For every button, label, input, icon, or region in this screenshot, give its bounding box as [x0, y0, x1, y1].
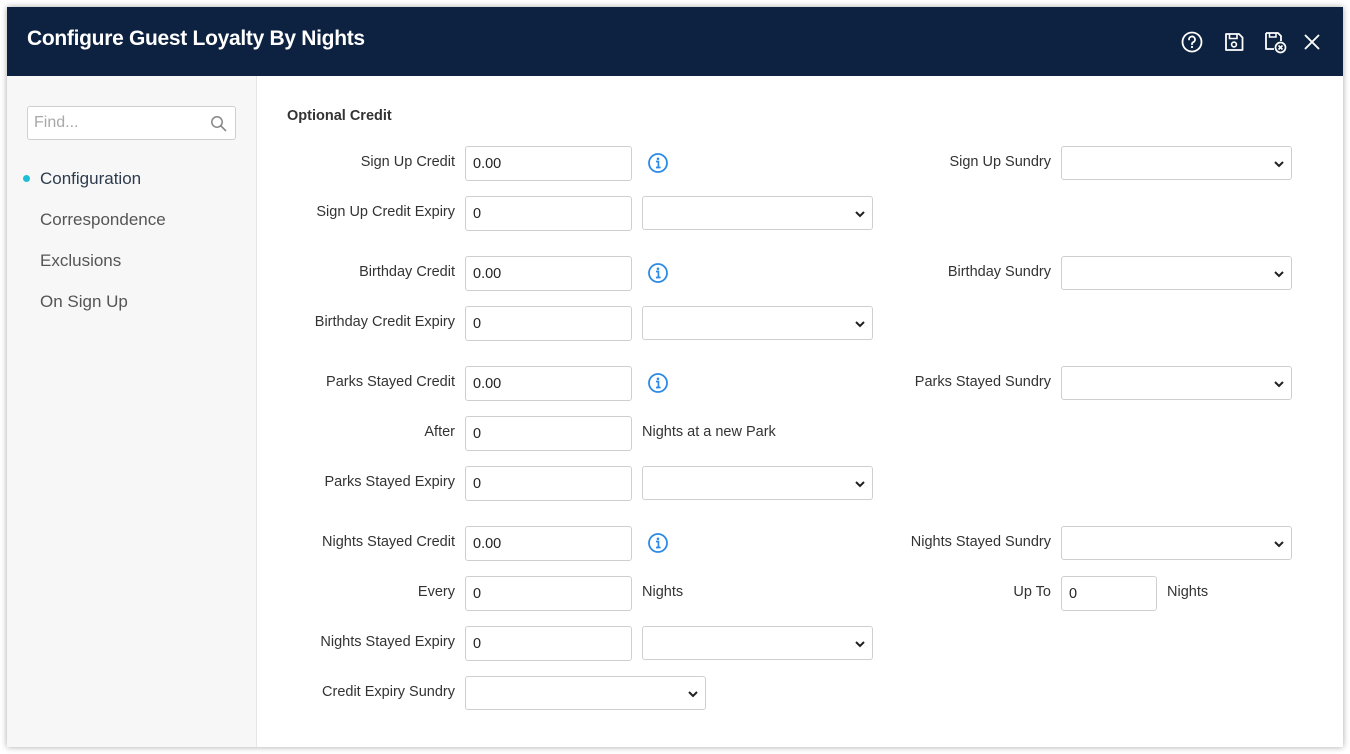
chevron-down-icon — [855, 321, 865, 328]
sign-up-sundry-select[interactable] — [1061, 146, 1292, 180]
up-to-label: Up To — [1013, 584, 1051, 600]
chevron-down-icon — [1274, 541, 1284, 548]
chevron-down-icon — [855, 211, 865, 218]
chevron-down-icon — [855, 641, 865, 648]
parks-stayed-expiry-input[interactable] — [465, 466, 632, 501]
help-icon[interactable] — [1179, 29, 1205, 55]
section-title: Optional Credit — [287, 108, 392, 124]
sidebar: Configuration Correspondence Exclusions … — [7, 76, 257, 747]
chevron-down-icon — [1274, 161, 1284, 168]
sign-up-credit-expiry-label: Sign Up Credit Expiry — [316, 204, 455, 220]
birthday-sundry-select[interactable] — [1061, 256, 1292, 290]
nights-stayed-expiry-input[interactable] — [465, 626, 632, 661]
sign-up-credit-label: Sign Up Credit — [360, 154, 455, 170]
birthday-credit-input[interactable] — [465, 256, 632, 291]
save-icon[interactable] — [1221, 29, 1247, 55]
birthday-credit-expiry-unit-select[interactable] — [642, 306, 873, 340]
sidebar-item-on-sign-up[interactable]: On Sign Up — [40, 292, 128, 312]
sidebar-item-exclusions[interactable]: Exclusions — [40, 251, 121, 271]
nights-stayed-credit-info-icon[interactable] — [647, 532, 669, 554]
every-nights-input[interactable] — [465, 576, 632, 611]
find-box — [27, 106, 236, 140]
sign-up-credit-input[interactable] — [465, 146, 632, 181]
close-icon[interactable] — [1299, 29, 1325, 55]
up-to-nights-input[interactable] — [1061, 576, 1157, 611]
birthday-sundry-label: Birthday Sundry — [947, 264, 1051, 280]
title-bar: Configure Guest Loyalty By Nights — [7, 7, 1343, 76]
up-to-suffix-label: Nights — [1167, 584, 1209, 600]
after-label: After — [424, 424, 455, 440]
sign-up-credit-expiry-input[interactable] — [465, 196, 632, 231]
parks-stayed-sundry-select[interactable] — [1061, 366, 1292, 400]
active-indicator — [23, 175, 30, 182]
birthday-credit-info-icon[interactable] — [647, 262, 669, 284]
sidebar-item-correspondence[interactable]: Correspondence — [40, 210, 166, 230]
chevron-down-icon — [1274, 271, 1284, 278]
credit-expiry-sundry-select[interactable] — [465, 676, 706, 710]
credit-expiry-sundry-label: Credit Expiry Sundry — [322, 684, 455, 700]
chevron-down-icon — [688, 691, 698, 698]
save-close-icon[interactable] — [1262, 29, 1288, 55]
window-title: Configure Guest Loyalty By Nights — [27, 27, 365, 50]
chevron-down-icon — [1274, 381, 1284, 388]
birthday-credit-expiry-input[interactable] — [465, 306, 632, 341]
nights-stayed-credit-input[interactable] — [465, 526, 632, 561]
after-nights-input[interactable] — [465, 416, 632, 451]
nights-stayed-credit-label: Nights Stayed Credit — [322, 534, 455, 550]
dialog-window: Configure Guest Loyalty By Nights Find..… — [7, 7, 1343, 747]
find-input[interactable] — [28, 107, 203, 139]
parks-stayed-credit-label: Parks Stayed Credit — [326, 374, 455, 390]
nights-stayed-expiry-label: Nights Stayed Expiry — [320, 634, 455, 650]
every-suffix-label: Nights — [642, 584, 684, 600]
parks-stayed-sundry-label: Parks Stayed Sundry — [914, 374, 1051, 390]
every-label: Every — [417, 584, 455, 600]
parks-stayed-credit-info-icon[interactable] — [647, 372, 669, 394]
sign-up-credit-info-icon[interactable] — [647, 152, 669, 174]
sidebar-item-configuration[interactable]: Configuration — [40, 169, 141, 189]
birthday-credit-label: Birthday Credit — [359, 264, 455, 280]
sign-up-sundry-label: Sign Up Sundry — [949, 154, 1051, 170]
nights-stayed-sundry-label: Nights Stayed Sundry — [910, 534, 1051, 550]
birthday-credit-expiry-label: Birthday Credit Expiry — [314, 314, 455, 330]
parks-stayed-credit-input[interactable] — [465, 366, 632, 401]
after-suffix-label: Nights at a new Park — [642, 424, 776, 440]
search-icon — [211, 116, 227, 132]
parks-stayed-expiry-label: Parks Stayed Expiry — [324, 474, 455, 490]
nights-stayed-expiry-unit-select[interactable] — [642, 626, 873, 660]
nights-stayed-sundry-select[interactable] — [1061, 526, 1292, 560]
form-content: Optional Credit Sign Up Credit Sign Up S… — [258, 76, 1343, 747]
parks-stayed-expiry-unit-select[interactable] — [642, 466, 873, 500]
chevron-down-icon — [855, 481, 865, 488]
sign-up-credit-expiry-unit-select[interactable] — [642, 196, 873, 230]
